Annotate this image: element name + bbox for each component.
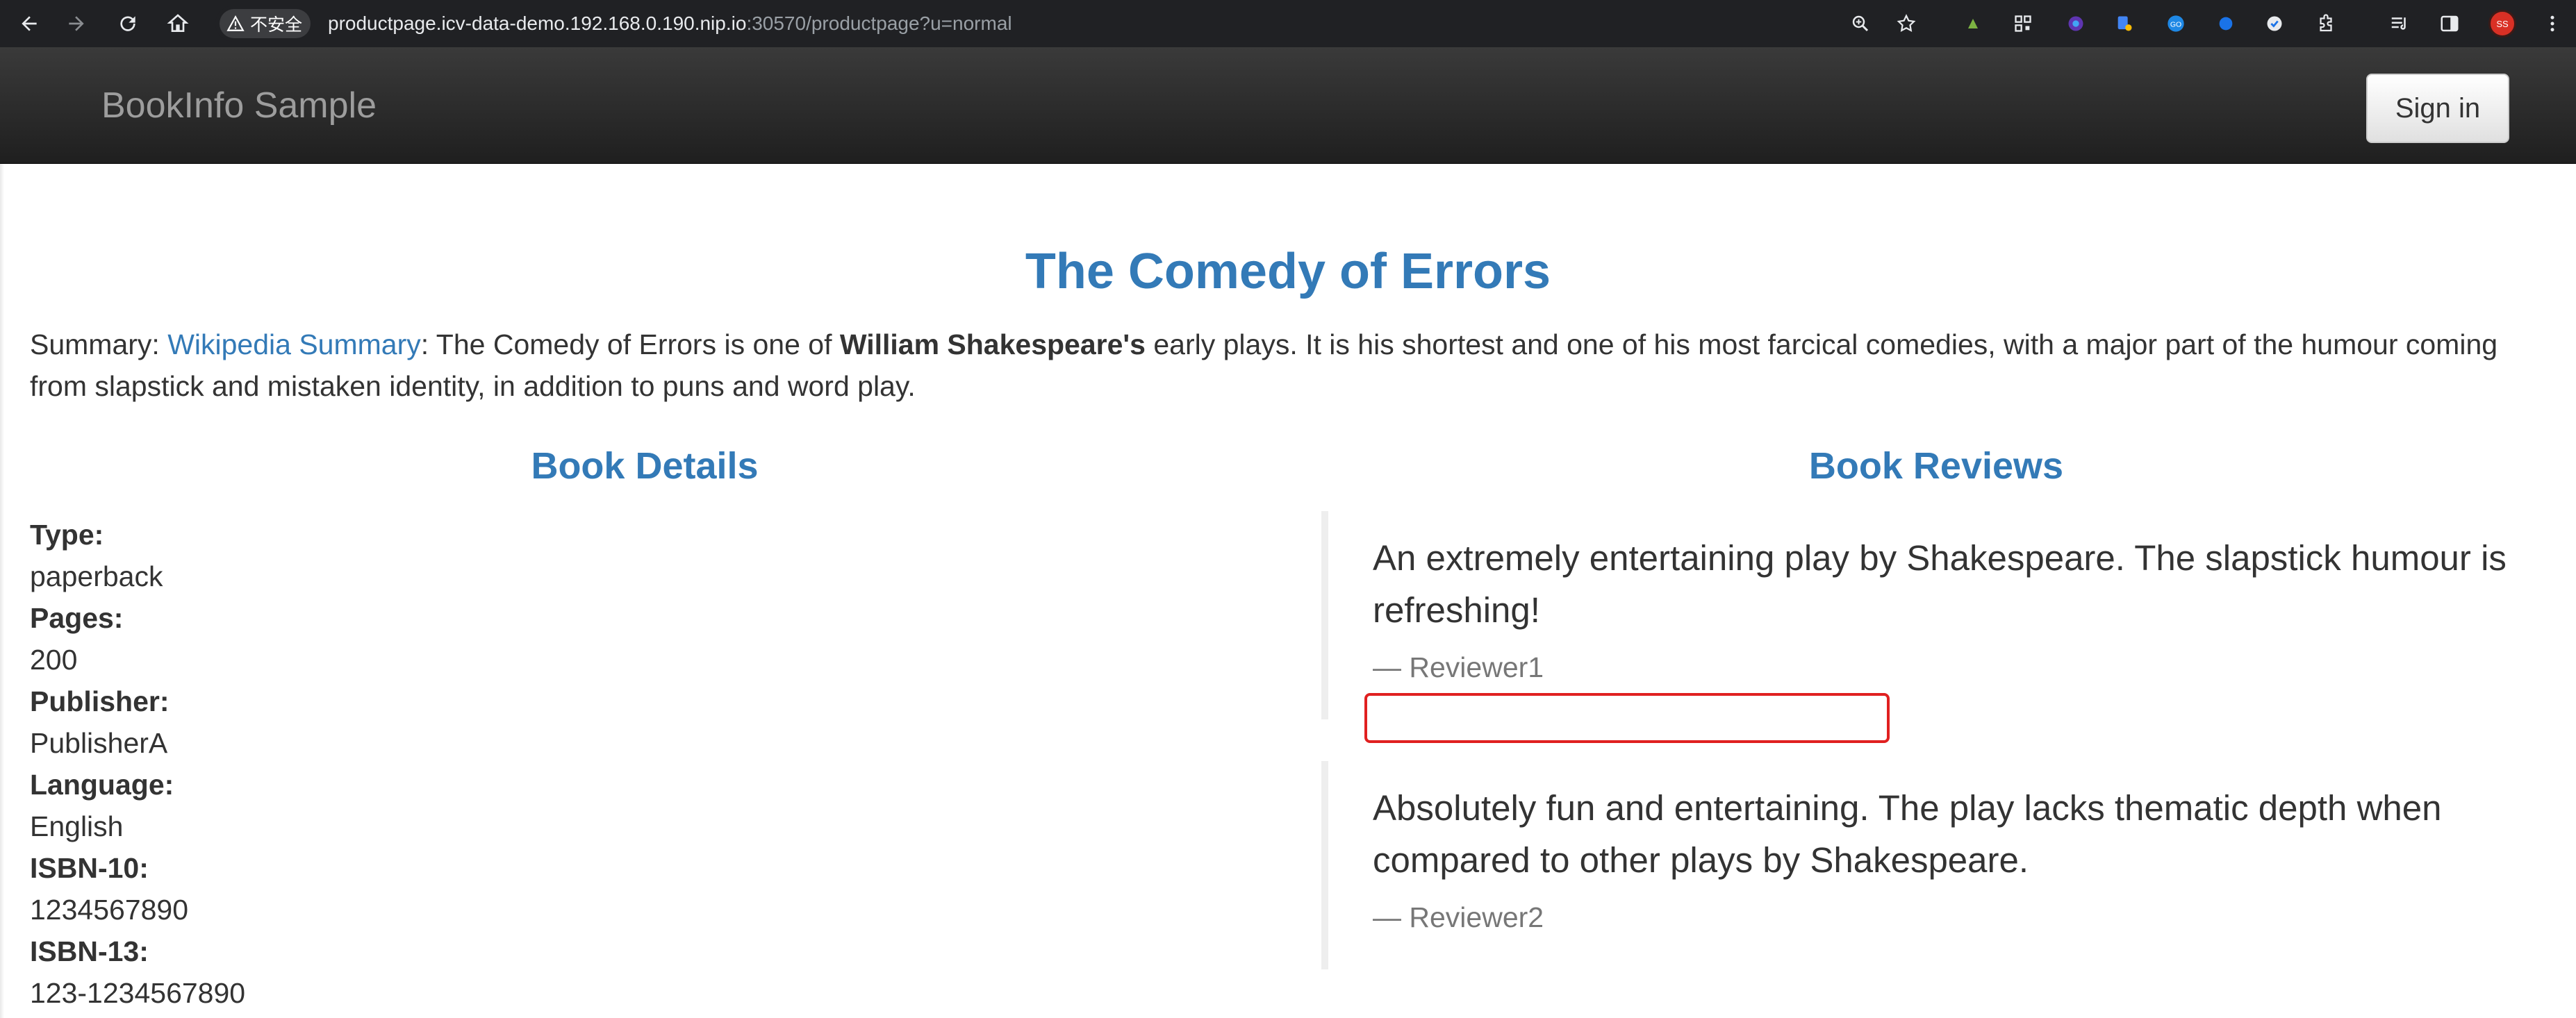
extension-icon-4[interactable]	[2112, 11, 2137, 36]
brand-link[interactable]: BookInfo Sample	[101, 85, 377, 126]
review-author: — Reviewer2	[1373, 901, 1544, 933]
svg-text:GO: GO	[2170, 21, 2181, 29]
extension-icon-3[interactable]	[2063, 11, 2088, 36]
sign-in-button[interactable]: Sign in	[2366, 74, 2509, 143]
type-value: paperback	[30, 560, 163, 592]
sidepanel-icon[interactable]	[2437, 11, 2462, 36]
highlight-box	[1364, 693, 1890, 743]
summary-prefix: Summary:	[30, 328, 168, 360]
profile-avatar[interactable]: SS	[2488, 10, 2516, 37]
book-details-list: Type: paperback Pages: 200 Publisher: Pu…	[30, 514, 1280, 1014]
security-chip[interactable]: 不安全	[220, 9, 311, 38]
book-title: The Comedy of Errors	[1025, 244, 1551, 299]
extension-icon-7[interactable]	[2262, 11, 2287, 36]
isbn13-value: 123-1234567890	[30, 977, 246, 1009]
extension-icon-1[interactable]	[1960, 11, 1985, 36]
type-label: Type:	[30, 519, 104, 551]
reload-icon[interactable]	[114, 10, 142, 37]
review-item: An extremely entertaining play by Shakes…	[1321, 511, 2544, 719]
pages-value: 200	[30, 644, 78, 676]
review-text: Absolutely fun and entertaining. The pla…	[1373, 788, 2442, 880]
book-summary: Summary: Wikipedia Summary: The Comedy o…	[30, 324, 2531, 407]
extensions-icon[interactable]	[2313, 11, 2338, 36]
isbn10-value: 1234567890	[30, 894, 189, 926]
qr-extension-icon[interactable]	[2011, 11, 2036, 36]
back-icon[interactable]	[15, 10, 43, 37]
url-text[interactable]: productpage.icv-data-demo.192.168.0.190.…	[328, 10, 1012, 37]
url-host: productpage.icv-data-demo.192.168.0.190.…	[328, 12, 747, 34]
book-reviews-heading: Book Reviews	[1808, 445, 2064, 487]
publisher-label: Publisher:	[30, 685, 170, 717]
summary-author: William Shakespeare's	[839, 328, 1146, 360]
language-label: Language:	[30, 769, 174, 801]
extension-icon-5[interactable]: GO	[2163, 11, 2188, 36]
wikipedia-summary-link[interactable]: Wikipedia Summary	[167, 328, 421, 360]
star-icon[interactable]	[1894, 11, 1919, 36]
forward-icon[interactable]	[63, 10, 90, 37]
url-path: :30570/productpage?u=normal	[746, 12, 1012, 34]
warning-icon	[226, 15, 245, 31]
summary-text-1: : The Comedy of Errors is one of	[420, 328, 840, 360]
review-author: — Reviewer1	[1373, 651, 1544, 683]
zoom-icon[interactable]	[1848, 11, 1873, 36]
extension-icon-6[interactable]	[2213, 11, 2238, 36]
language-value: English	[30, 810, 124, 842]
isbn13-label: ISBN-13:	[30, 935, 149, 967]
browser-toolbar: 不安全 productpage.icv-data-demo.192.168.0.…	[0, 0, 2576, 47]
reading-list-icon[interactable]	[2387, 11, 2412, 36]
book-details-heading: Book Details	[531, 445, 759, 487]
app-navbar: BookInfo Sample Sign in	[0, 47, 2576, 164]
menu-icon[interactable]	[2540, 11, 2565, 36]
home-icon[interactable]	[164, 10, 192, 37]
review-text: An extremely entertaining play by Shakes…	[1373, 538, 2507, 630]
review-item: Absolutely fun and entertaining. The pla…	[1321, 761, 2544, 969]
pages-label: Pages:	[30, 602, 124, 634]
isbn10-label: ISBN-10:	[30, 852, 149, 884]
publisher-value: PublisherA	[30, 727, 168, 759]
security-label: 不安全	[250, 15, 303, 35]
